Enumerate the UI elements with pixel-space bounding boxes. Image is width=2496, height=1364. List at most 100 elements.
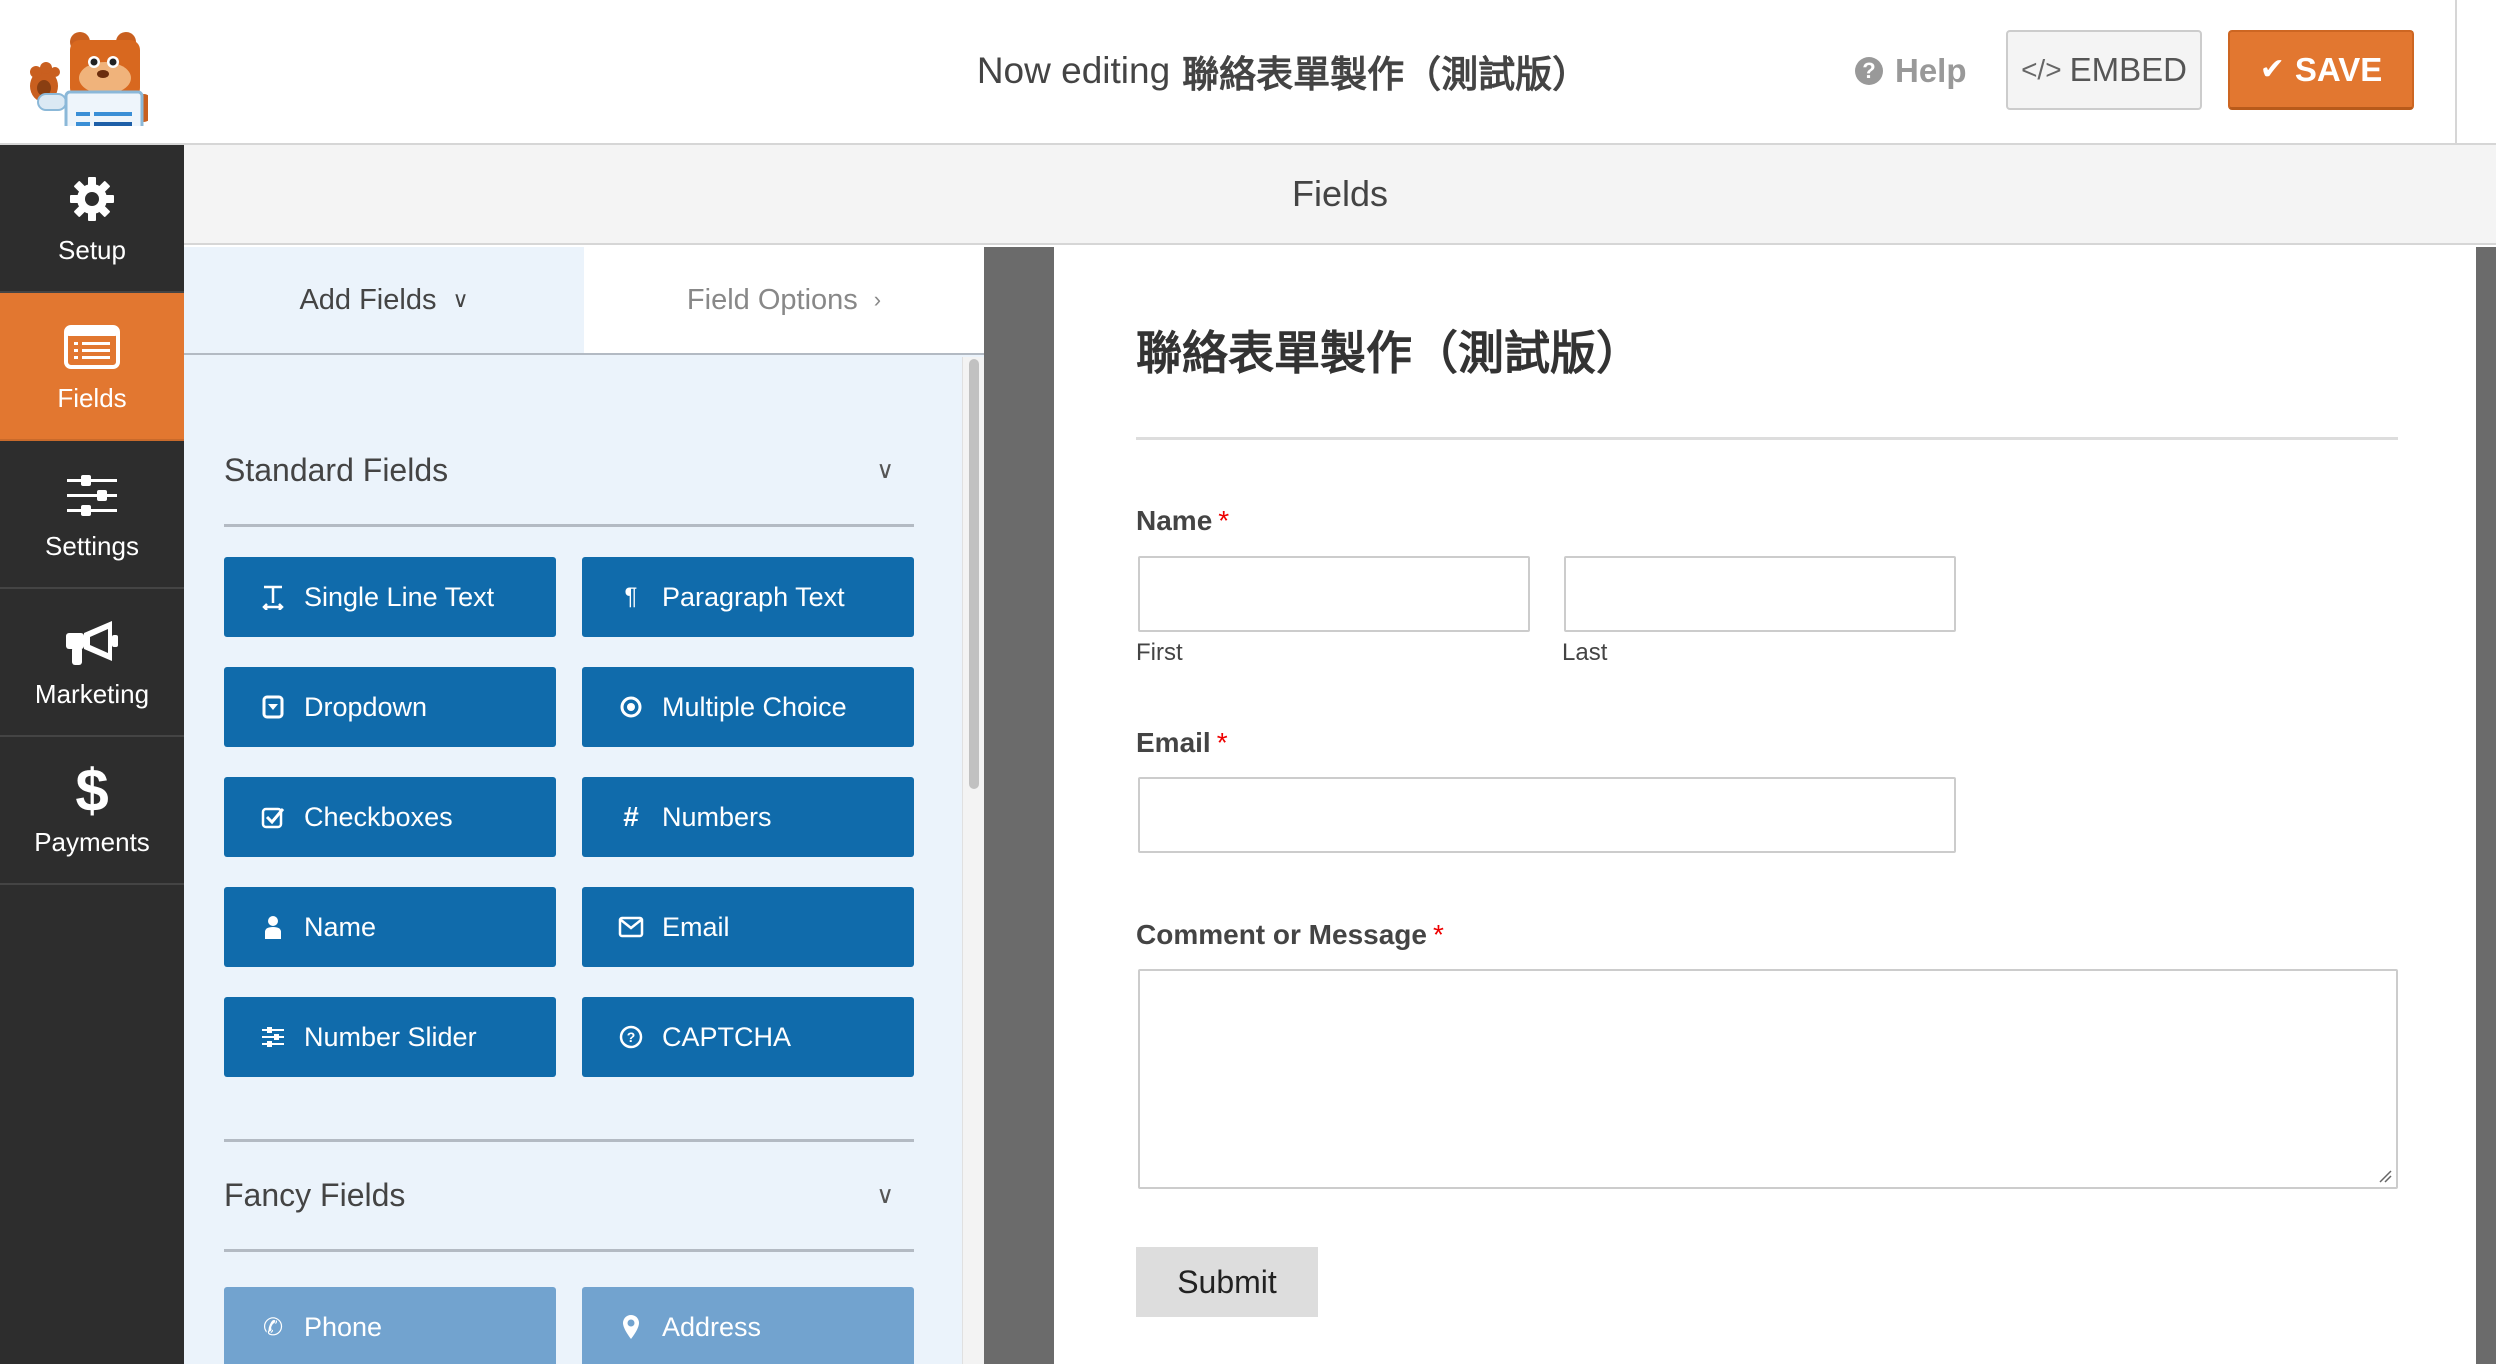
field-button-address[interactable]: Address	[582, 1287, 914, 1364]
field-button-single-line-text[interactable]: Single Line Text	[224, 557, 556, 637]
editing-form-name: 聯絡表單製作（測試版）	[1182, 54, 1590, 95]
megaphone-icon	[64, 615, 120, 671]
field-button-paragraph-text[interactable]: ¶ Paragraph Text	[582, 557, 914, 637]
field-button-label: CAPTCHA	[662, 1021, 792, 1052]
fancy-fields-toggle[interactable]: Fancy Fields ∨	[224, 1142, 914, 1252]
field-button-name[interactable]: Name	[224, 887, 556, 967]
field-button-label: Name	[304, 911, 377, 942]
last-sublabel: Last	[1562, 639, 1608, 666]
scrollbar-thumb[interactable]	[969, 359, 979, 789]
required-asterisk: *	[1218, 505, 1230, 536]
required-asterisk: *	[1432, 919, 1444, 950]
map-pin-icon	[616, 1314, 646, 1340]
paragraph-icon: ¶	[624, 583, 638, 610]
submit-button[interactable]: Submit	[1136, 1247, 1318, 1317]
label-text: Email	[1136, 727, 1211, 758]
name-field-label[interactable]: Name *	[1136, 505, 1229, 537]
field-button-email[interactable]: Email	[582, 887, 914, 967]
user-icon	[258, 915, 288, 939]
sidebar-item-label: Setup	[58, 234, 126, 265]
section-heading: Standard Fields	[224, 452, 449, 488]
field-button-label: Multiple Choice	[662, 691, 847, 722]
field-button-phone[interactable]: ✆ Phone	[224, 1287, 556, 1364]
help-link[interactable]: ? Help	[1855, 48, 1967, 94]
svg-text:?: ?	[627, 1029, 636, 1045]
first-name-input[interactable]	[1138, 556, 1530, 632]
sidebar-item-payments[interactable]: $ Payments	[0, 737, 184, 885]
field-button-label: Checkboxes	[304, 801, 453, 832]
sidebar-item-marketing[interactable]: Marketing	[0, 589, 184, 737]
section-title-bar: Fields	[184, 145, 2496, 245]
dollar-icon: $	[75, 756, 109, 824]
sidebar-item-label: Fields	[57, 382, 127, 413]
sidebar-item-setup[interactable]: Setup	[0, 145, 184, 293]
preview-gutter-right	[2476, 247, 2496, 1364]
tab-label: Add Fields	[299, 283, 437, 316]
phone-icon: ✆	[262, 1313, 284, 1341]
tab-field-options[interactable]: Field Options ›	[584, 247, 984, 353]
panel-tabs: Add Fields ∨ Field Options ›	[184, 247, 984, 355]
text-cursor-icon	[258, 584, 288, 610]
gear-icon	[67, 171, 117, 227]
message-textarea[interactable]	[1138, 969, 2398, 1189]
field-button-label: Email	[662, 911, 730, 942]
radio-icon	[616, 695, 646, 719]
form-preview: 聯絡表單製作（測試版） Name * First Last Email * Comm…	[1054, 247, 2476, 1364]
fields-list: Standard Fields ∨ Single Line Text ¶ Par…	[184, 357, 954, 1364]
label-text: Name	[1136, 505, 1213, 536]
code-icon: </>	[2021, 54, 2062, 85]
builder-sidebar: Setup Fields Settings Marketing $ Paymen…	[0, 145, 184, 1364]
field-button-label: Single Line Text	[304, 581, 495, 612]
sliders-icon	[67, 467, 117, 523]
resize-handle-icon[interactable]	[2378, 1169, 2392, 1183]
chevron-down-icon: ∨	[452, 287, 469, 312]
message-field-label[interactable]: Comment or Message *	[1136, 919, 1444, 951]
required-asterisk: *	[1216, 727, 1228, 758]
sidebar-item-label: Settings	[45, 530, 139, 561]
field-button-checkboxes[interactable]: Checkboxes	[224, 777, 556, 857]
label-text: Comment or Message	[1136, 919, 1427, 950]
field-button-label: Number Slider	[304, 1021, 477, 1052]
help-label: Help	[1895, 52, 1967, 89]
help-circle-icon: ?	[1855, 57, 1883, 85]
envelope-icon	[616, 916, 646, 938]
save-button[interactable]: ✔ SAVE	[2228, 30, 2414, 110]
top-header: Now editing 聯絡表單製作（測試版） ? Help </> EMBED…	[0, 0, 2496, 145]
slider-icon	[258, 1026, 288, 1048]
first-sublabel: First	[1136, 639, 1183, 666]
sidebar-item-settings[interactable]: Settings	[0, 441, 184, 589]
email-field-label[interactable]: Email *	[1136, 727, 1228, 759]
email-input[interactable]	[1138, 777, 1956, 853]
field-button-dropdown[interactable]: Dropdown	[224, 667, 556, 747]
field-button-label: Paragraph Text	[662, 581, 845, 612]
header-divider	[2455, 0, 2457, 145]
tab-label: Field Options	[686, 283, 858, 316]
field-button-multiple-choice[interactable]: Multiple Choice	[582, 667, 914, 747]
field-button-number-slider[interactable]: Number Slider	[224, 997, 556, 1077]
sidebar-item-fields[interactable]: Fields	[0, 293, 184, 441]
field-button-label: Address	[662, 1311, 762, 1342]
form-title-divider	[1136, 437, 2398, 440]
field-button-captcha[interactable]: ? CAPTCHA	[582, 997, 914, 1077]
dropdown-icon	[258, 695, 288, 719]
field-button-numbers[interactable]: # Numbers	[582, 777, 914, 857]
embed-label: EMBED	[2069, 51, 2187, 88]
panel-scrollbar[interactable]	[962, 357, 984, 1364]
last-name-input[interactable]	[1564, 556, 1956, 632]
embed-button[interactable]: </> EMBED	[2006, 30, 2202, 110]
checkmark-icon: ✔	[2259, 53, 2285, 86]
list-form-icon	[64, 319, 120, 375]
preview-gutter	[984, 247, 1054, 1364]
standard-fields-toggle[interactable]: Standard Fields ∨	[224, 417, 914, 527]
add-fields-panel: Add Fields ∨ Field Options › Standard Fi…	[184, 247, 984, 1364]
form-title[interactable]: 聯絡表單製作（測試版）	[1136, 317, 1642, 383]
field-button-label: Phone	[304, 1311, 383, 1342]
tab-add-fields[interactable]: Add Fields ∨	[184, 247, 584, 353]
section-title: Fields	[1291, 173, 1389, 214]
checkbox-icon	[258, 805, 288, 829]
save-label: SAVE	[2294, 50, 2383, 88]
sidebar-item-label: Marketing	[34, 678, 150, 709]
section-heading: Fancy Fields	[224, 1177, 406, 1213]
sidebar-item-label: Payments	[34, 826, 150, 857]
wpforms-bear-logo[interactable]	[14, 16, 154, 138]
